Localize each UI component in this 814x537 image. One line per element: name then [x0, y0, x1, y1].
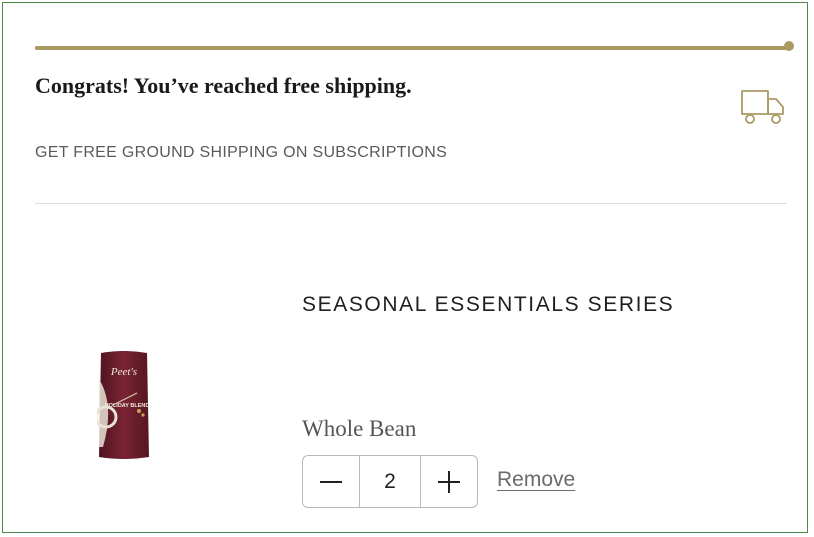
shipping-progress-knob: [784, 41, 794, 51]
product-title[interactable]: SEASONAL ESSENTIALS SERIES: [302, 293, 674, 317]
plus-icon: [438, 470, 460, 493]
bag-brand-text: Peet's: [110, 366, 137, 378]
free-shipping-message: Congrats! You’ve reached free shipping.: [35, 73, 412, 98]
decrement-button[interactable]: [303, 456, 359, 507]
shipping-progress-bar: [35, 46, 790, 50]
grind-option: Whole Bean: [302, 416, 417, 441]
bag-product-text: HOLIDAY BLEND: [105, 403, 150, 409]
remove-link[interactable]: Remove: [497, 468, 575, 492]
divider: [35, 203, 787, 204]
increment-button[interactable]: [421, 456, 477, 507]
product-image[interactable]: Peet's HOLIDAY BLEND: [97, 349, 151, 461]
truck-icon: [741, 90, 784, 124]
quantity-input[interactable]: 2: [359, 456, 421, 507]
cart-panel: Congrats! You’ve reached free shipping. …: [2, 2, 808, 533]
subscription-shipping-note: GET FREE GROUND SHIPPING ON SUBSCRIPTION…: [35, 144, 448, 161]
minus-icon: [320, 480, 342, 483]
quantity-stepper: 2: [302, 455, 478, 508]
shipping-progress-fill: [35, 46, 790, 50]
